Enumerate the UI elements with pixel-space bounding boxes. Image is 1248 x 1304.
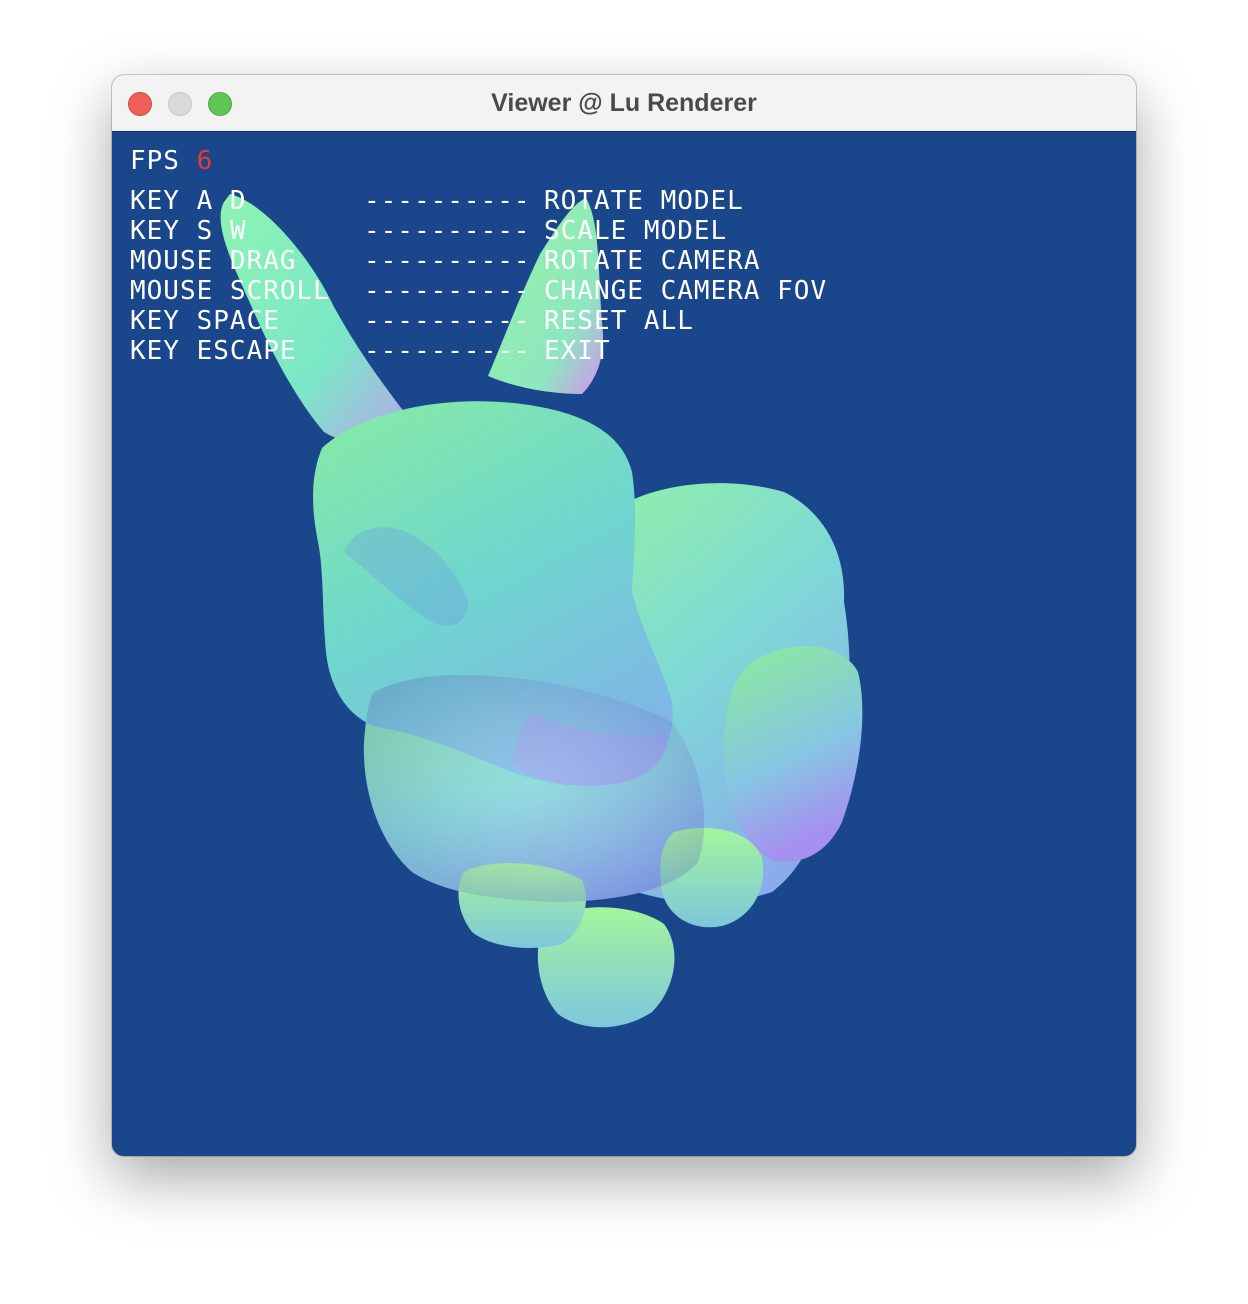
help-line: KEY A D ---------- ROTATE MODEL: [130, 186, 743, 216]
window-title: Viewer @ Lu Renderer: [491, 89, 757, 117]
help-action: RESET ALL: [544, 306, 694, 336]
help-line: MOUSE DRAG ---------- ROTATE CAMERA: [130, 246, 760, 276]
viewer-window: Viewer @ Lu Renderer FPS 6 KEY A D -----…: [112, 75, 1136, 1156]
fps-label: FPS: [130, 146, 180, 176]
help-line: KEY S W ---------- SCALE MODEL: [130, 216, 726, 246]
help-line: KEY ESCAPE ---------- EXIT: [130, 336, 610, 366]
help-separator: ----------: [364, 186, 531, 216]
help-action: EXIT: [544, 336, 611, 366]
help-action: ROTATE CAMERA: [544, 246, 761, 276]
help-line: MOUSE SCROLL ---------- CHANGE CAMERA FO…: [130, 276, 826, 306]
title-bar[interactable]: Viewer @ Lu Renderer: [112, 75, 1136, 132]
help-key: KEY ESCAPE: [130, 336, 297, 366]
help-key: KEY S W: [130, 216, 247, 246]
help-action: CHANGE CAMERA FOV: [544, 276, 828, 306]
render-viewport[interactable]: FPS 6 KEY A D ---------- ROTATE MODEL KE…: [112, 132, 1136, 1156]
help-line: KEY SPACE ---------- RESET ALL: [130, 306, 693, 336]
help-key: KEY A D: [130, 186, 247, 216]
help-separator: ----------: [364, 336, 531, 366]
help-separator: ----------: [364, 276, 531, 306]
help-key: KEY SPACE: [130, 306, 280, 336]
hud-overlay: FPS 6 KEY A D ---------- ROTATE MODEL KE…: [112, 132, 1136, 1156]
help-key: MOUSE SCROLL: [130, 276, 330, 306]
fps-value: 6: [196, 146, 214, 176]
help-separator: ----------: [364, 216, 531, 246]
help-action: SCALE MODEL: [544, 216, 728, 246]
fps-counter: FPS 6: [130, 146, 213, 176]
help-action: ROTATE MODEL: [544, 186, 744, 216]
help-separator: ----------: [364, 306, 531, 336]
help-separator: ----------: [364, 246, 531, 276]
help-key: MOUSE DRAG: [130, 246, 297, 276]
